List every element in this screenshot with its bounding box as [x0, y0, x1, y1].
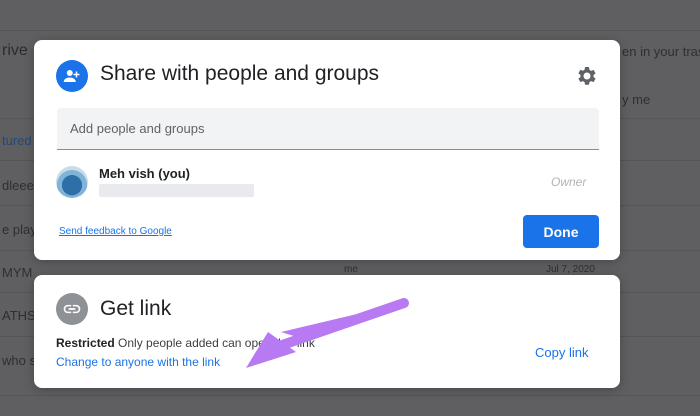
restriction-label: Restricted [56, 336, 115, 350]
gear-icon[interactable] [575, 64, 599, 88]
background-text: rive [2, 42, 28, 59]
background-text: Jul 7, 2020 [546, 264, 595, 275]
person-add-icon [56, 60, 88, 92]
link-restriction-text: Restricted Only people added can open th… [56, 336, 315, 350]
background-text: who s [2, 353, 36, 368]
user-name: Meh vish (you) [99, 166, 191, 181]
background-text: en in your tras [622, 44, 700, 59]
share-dialog-title: Share with people and groups [100, 62, 380, 85]
avatar [56, 166, 88, 198]
change-access-link[interactable]: Change to anyone with the link [56, 355, 220, 369]
user-email-redacted [99, 184, 254, 197]
get-link-title: Get link [100, 297, 172, 320]
add-people-input[interactable] [57, 108, 599, 150]
background-text: y me [622, 92, 651, 107]
background-text: MYM [2, 265, 33, 280]
background-text: me [344, 264, 358, 275]
restriction-description: Only people added can open this link [118, 336, 315, 350]
background-divider [0, 395, 700, 396]
user-role: Owner [551, 175, 587, 189]
background-toolbar [0, 0, 700, 31]
feedback-link[interactable]: Send feedback to Google [59, 226, 172, 237]
get-link-panel: Get link Restricted Only people added ca… [34, 275, 620, 388]
background-text: tured [2, 133, 32, 148]
done-button[interactable]: Done [523, 215, 599, 248]
copy-link-button[interactable]: Copy link [535, 345, 588, 360]
background-text: e play [2, 222, 37, 237]
share-dialog: Share with people and groups Meh vish (y… [34, 40, 620, 260]
link-icon [56, 293, 88, 325]
background-text: dleee [2, 178, 34, 193]
